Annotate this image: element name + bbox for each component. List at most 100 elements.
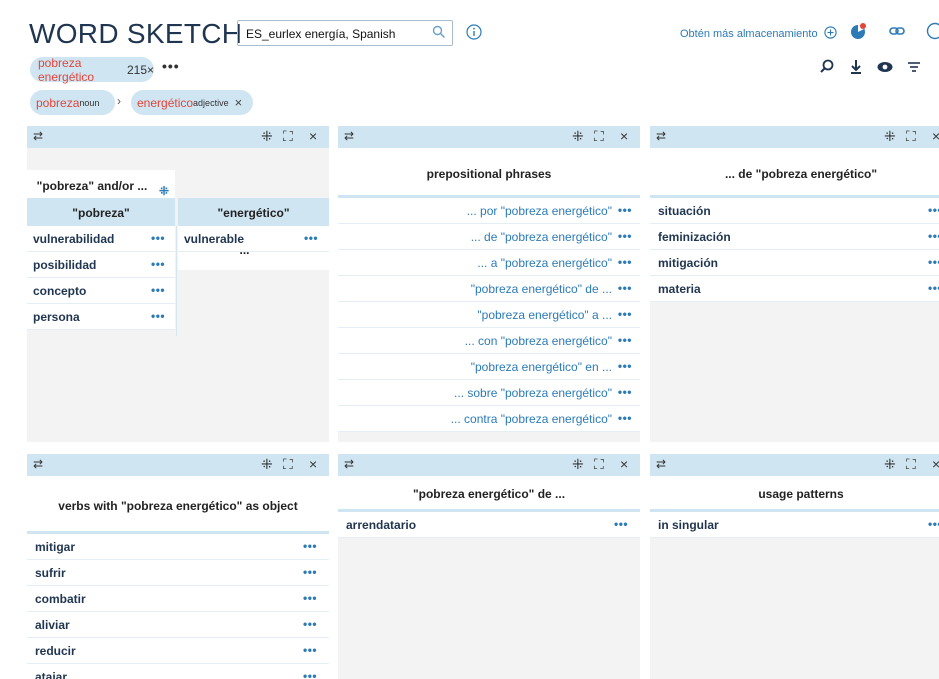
collocate-row[interactable]: "pobreza energético" a ... ••• — [338, 302, 640, 328]
remove-chip-button[interactable]: × — [235, 95, 243, 110]
more-button[interactable]: ••• — [614, 517, 628, 531]
collocate-row[interactable]: "pobreza energético" en ... ••• — [338, 354, 640, 380]
panel-usage-patterns: ⇄ ⁜ ⛶ × usage patterns in singular ••• — [650, 454, 939, 679]
more-button[interactable]: ••• — [928, 229, 939, 243]
more-storage-label: Obtén más almacenamiento — [680, 28, 818, 40]
close-icon[interactable]: × — [620, 456, 628, 472]
link-icon[interactable] — [888, 22, 906, 40]
collocate-row[interactable]: arrendatario ••• — [338, 512, 640, 538]
grid-icon[interactable]: ⁜ — [261, 456, 273, 473]
more-button[interactable]: ••• — [618, 281, 632, 295]
collocate-row[interactable]: aliviar ••• — [27, 612, 329, 638]
expand-icon[interactable]: ⛶ — [594, 128, 604, 145]
more-button[interactable]: ••• — [303, 565, 317, 579]
collocate-row[interactable]: concepto ••• — [27, 278, 175, 304]
collocate-row[interactable]: ... de "pobreza energético" ••• — [338, 224, 640, 250]
more-button[interactable]: ••• — [928, 517, 939, 531]
collocate-row[interactable]: situación ••• — [650, 198, 939, 224]
search-icon[interactable] — [432, 25, 446, 39]
collocate-row[interactable]: "pobreza energético" de ... ••• — [338, 276, 640, 302]
component-word: pobreza — [36, 95, 80, 110]
more-button[interactable]: ••• — [928, 281, 939, 295]
swap-icon[interactable]: ⇄ — [33, 457, 43, 471]
help-icon[interactable] — [926, 22, 939, 40]
download-icon[interactable] — [847, 58, 865, 76]
more-button[interactable]: ••• — [151, 231, 165, 245]
swap-icon[interactable]: ⇄ — [344, 129, 354, 143]
component-chip-pobreza[interactable]: pobreza noun — [30, 90, 115, 115]
more-button[interactable]: ••• — [618, 255, 632, 269]
grid-icon[interactable]: ⁜ — [159, 184, 169, 198]
collocate-row[interactable]: ... por "pobreza energético" ••• — [338, 198, 640, 224]
collocate-row[interactable]: ... con "pobreza energético" ••• — [338, 328, 640, 354]
collocate-row[interactable]: ... sobre "pobreza energético" ••• — [338, 380, 640, 406]
more-button[interactable]: ••• — [618, 359, 632, 373]
swap-icon[interactable]: ⇄ — [656, 129, 666, 143]
more-button[interactable]: ••• — [304, 231, 318, 245]
collocate-row[interactable]: ... a "pobreza energético" ••• — [338, 250, 640, 276]
more-button[interactable]: ••• — [618, 385, 632, 399]
more-button[interactable]: ••• — [618, 229, 632, 243]
collocate-row[interactable]: mitigación ••• — [650, 250, 939, 276]
more-button[interactable]: ••• — [928, 255, 939, 269]
expand-icon[interactable]: ⛶ — [283, 128, 293, 145]
info-icon[interactable] — [466, 24, 482, 40]
collocate-row[interactable]: posibilidad ••• — [27, 252, 175, 278]
collocate-row[interactable]: sufrir ••• — [27, 560, 329, 586]
more-button[interactable]: ••• — [618, 203, 632, 217]
more-storage-link[interactable]: Obtén más almacenamiento — [680, 26, 837, 40]
swap-icon[interactable]: ⇄ — [33, 129, 43, 143]
swap-icon[interactable]: ⇄ — [344, 457, 354, 471]
more-button[interactable]: ••• — [303, 669, 317, 679]
grid-icon[interactable]: ⁜ — [572, 128, 584, 145]
more-button[interactable]: ••• — [303, 539, 317, 553]
collocate-row[interactable]: materia ••• — [650, 276, 939, 302]
storage-usage-icon[interactable] — [849, 22, 867, 40]
more-options-button[interactable]: ••• — [162, 58, 180, 74]
grid-icon[interactable]: ⁜ — [884, 456, 896, 473]
collocate-row[interactable]: mitigar ••• — [27, 534, 329, 560]
grid-icon[interactable]: ⁜ — [261, 128, 273, 145]
more-button[interactable]: ••• — [618, 333, 632, 347]
swap-icon[interactable]: ⇄ — [656, 457, 666, 471]
collocate-row[interactable]: in singular ••• — [650, 512, 939, 538]
expand-icon[interactable]: ⛶ — [283, 456, 293, 473]
collocate-row[interactable]: feminización ••• — [650, 224, 939, 250]
expand-icon[interactable]: ⛶ — [906, 456, 916, 473]
collocate-row[interactable]: atajar ••• — [27, 664, 329, 679]
grid-icon[interactable]: ⁜ — [572, 456, 584, 473]
collocate-row[interactable]: ... contra "pobreza energético" ••• — [338, 406, 640, 432]
more-button[interactable]: ••• — [618, 307, 632, 321]
collocate-word: vulnerable — [184, 232, 245, 246]
expand-icon[interactable]: ⛶ — [594, 456, 604, 473]
more-button[interactable]: ••• — [618, 411, 632, 425]
collocate-row[interactable]: vulnerable ••• — [178, 226, 329, 252]
collocate-row[interactable]: persona ••• — [27, 304, 175, 330]
more-button[interactable]: ••• — [303, 643, 317, 657]
filter-icon[interactable] — [905, 58, 923, 76]
close-icon[interactable]: × — [309, 456, 317, 472]
collocate-row[interactable]: reducir ••• — [27, 638, 329, 664]
corpus-selector[interactable]: ES_eurlex energía, Spanish — [237, 20, 453, 46]
more-button[interactable]: ••• — [928, 203, 939, 217]
collocate-row[interactable]: combatir ••• — [27, 586, 329, 612]
more-button[interactable]: ••• — [303, 591, 317, 605]
more-button[interactable]: ••• — [151, 283, 165, 297]
panel-header: ⇄ ⁜ ⛶ × — [338, 126, 640, 148]
collocate-row[interactable]: vulnerabilidad ••• — [27, 226, 175, 252]
component-chip-energetico[interactable]: energético adjective × — [131, 90, 253, 115]
eye-icon[interactable] — [876, 58, 894, 76]
close-icon[interactable]: × — [309, 128, 317, 144]
more-button[interactable]: ••• — [151, 257, 165, 271]
more-button[interactable]: ••• — [151, 309, 165, 323]
close-icon[interactable]: × — [932, 128, 939, 144]
panel-pobreza-energetico-de: ⇄ ⁜ ⛶ × "pobreza energético" de ... arre… — [338, 454, 640, 679]
grid-icon[interactable]: ⁜ — [884, 128, 896, 145]
close-icon[interactable]: × — [932, 456, 939, 472]
more-button[interactable]: ••• — [303, 617, 317, 631]
lemma-chip[interactable]: pobreza energético 215× — [30, 56, 154, 84]
zoom-icon[interactable] — [818, 58, 836, 76]
panel-title: ... de "pobreza energético" — [650, 148, 939, 198]
close-icon[interactable]: × — [620, 128, 628, 144]
expand-icon[interactable]: ⛶ — [906, 128, 916, 145]
